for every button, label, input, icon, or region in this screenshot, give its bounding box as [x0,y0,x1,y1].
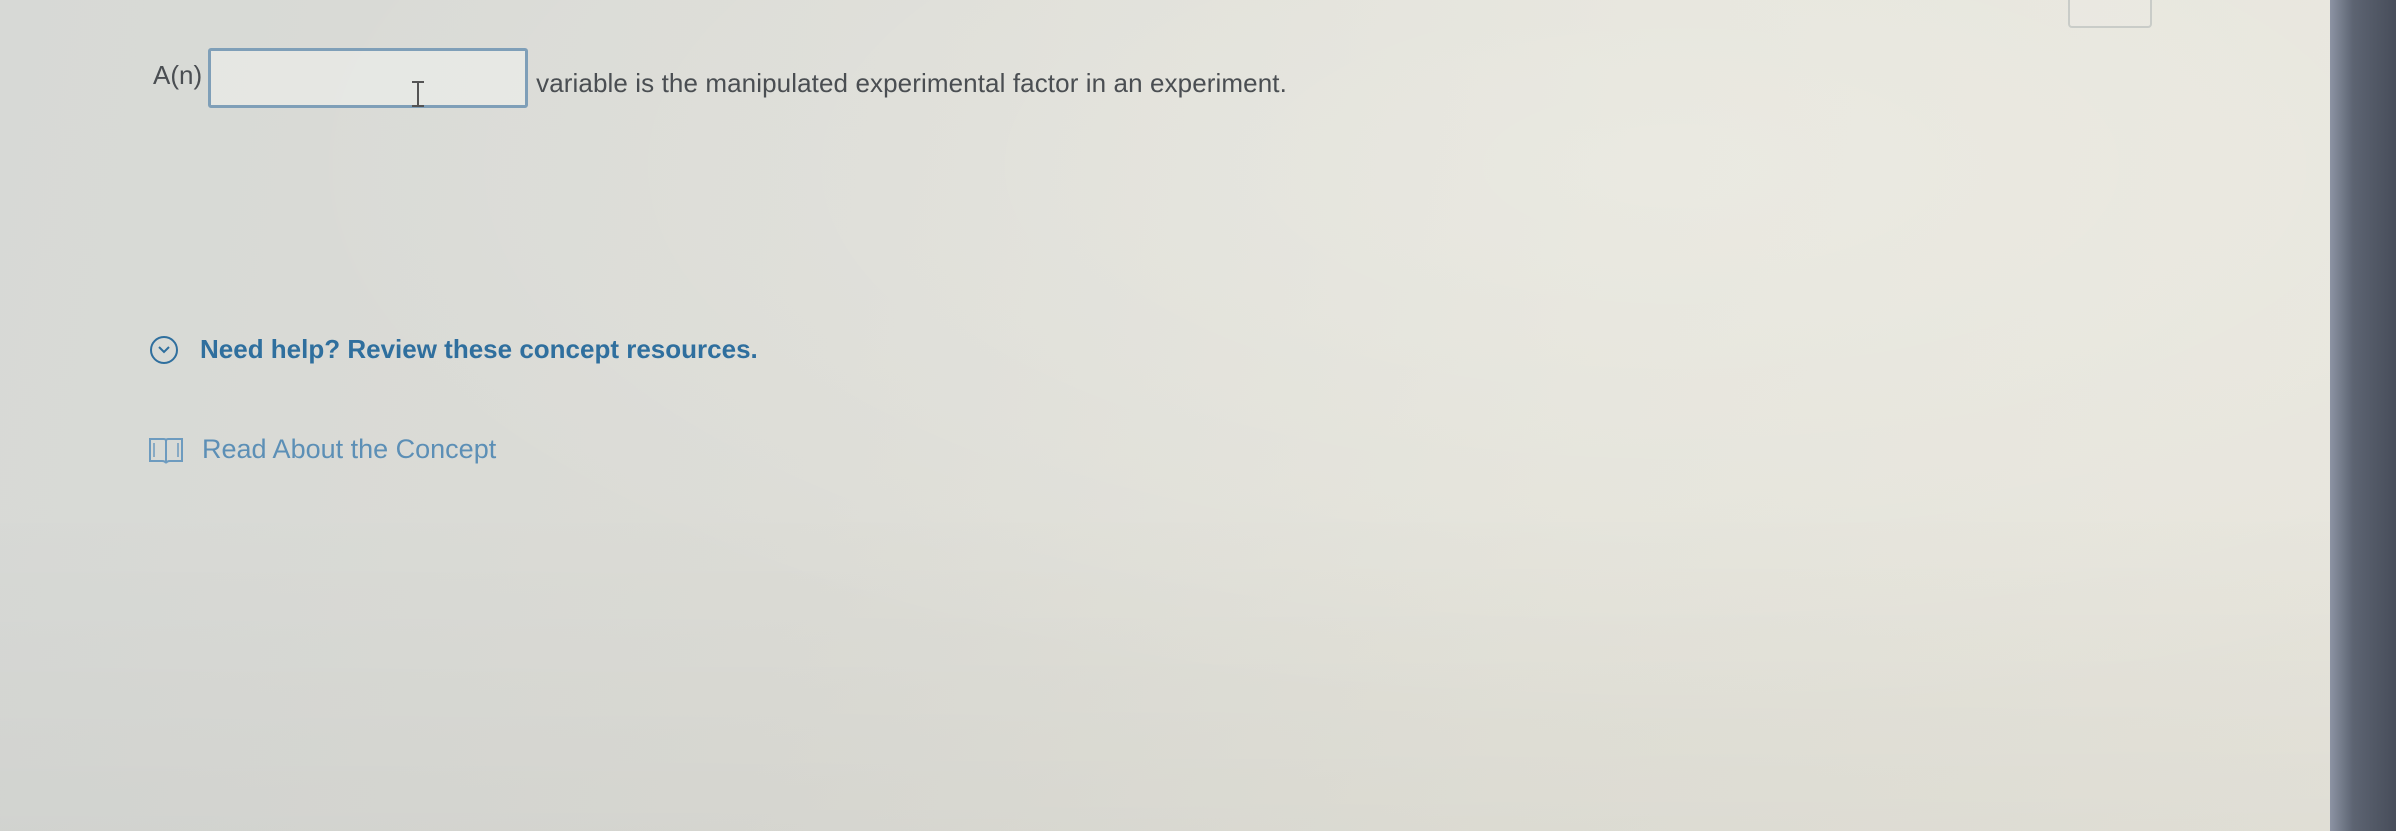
question-prefix: A(n) [153,60,203,90]
question-statement: A(n) variable is the manipulated experim… [153,48,1287,108]
book-icon [149,437,183,464]
help-toggle-label: Need help? Review these concept resource… [200,334,758,364]
chevron-down-circle-icon [150,335,178,364]
read-concept-label: Read About the Concept [202,434,497,464]
help-toggle[interactable]: Need help? Review these concept resource… [150,334,758,365]
screen-glare [0,0,2396,831]
top-right-box[interactable] [2068,0,2152,28]
text-cursor-icon [412,81,425,107]
question-suffix: variable is the manipulated experimental… [536,68,1287,98]
answer-input[interactable] [208,48,529,108]
screen-bezel [2330,0,2396,831]
read-concept-link[interactable]: Read About the Concept [148,434,496,465]
